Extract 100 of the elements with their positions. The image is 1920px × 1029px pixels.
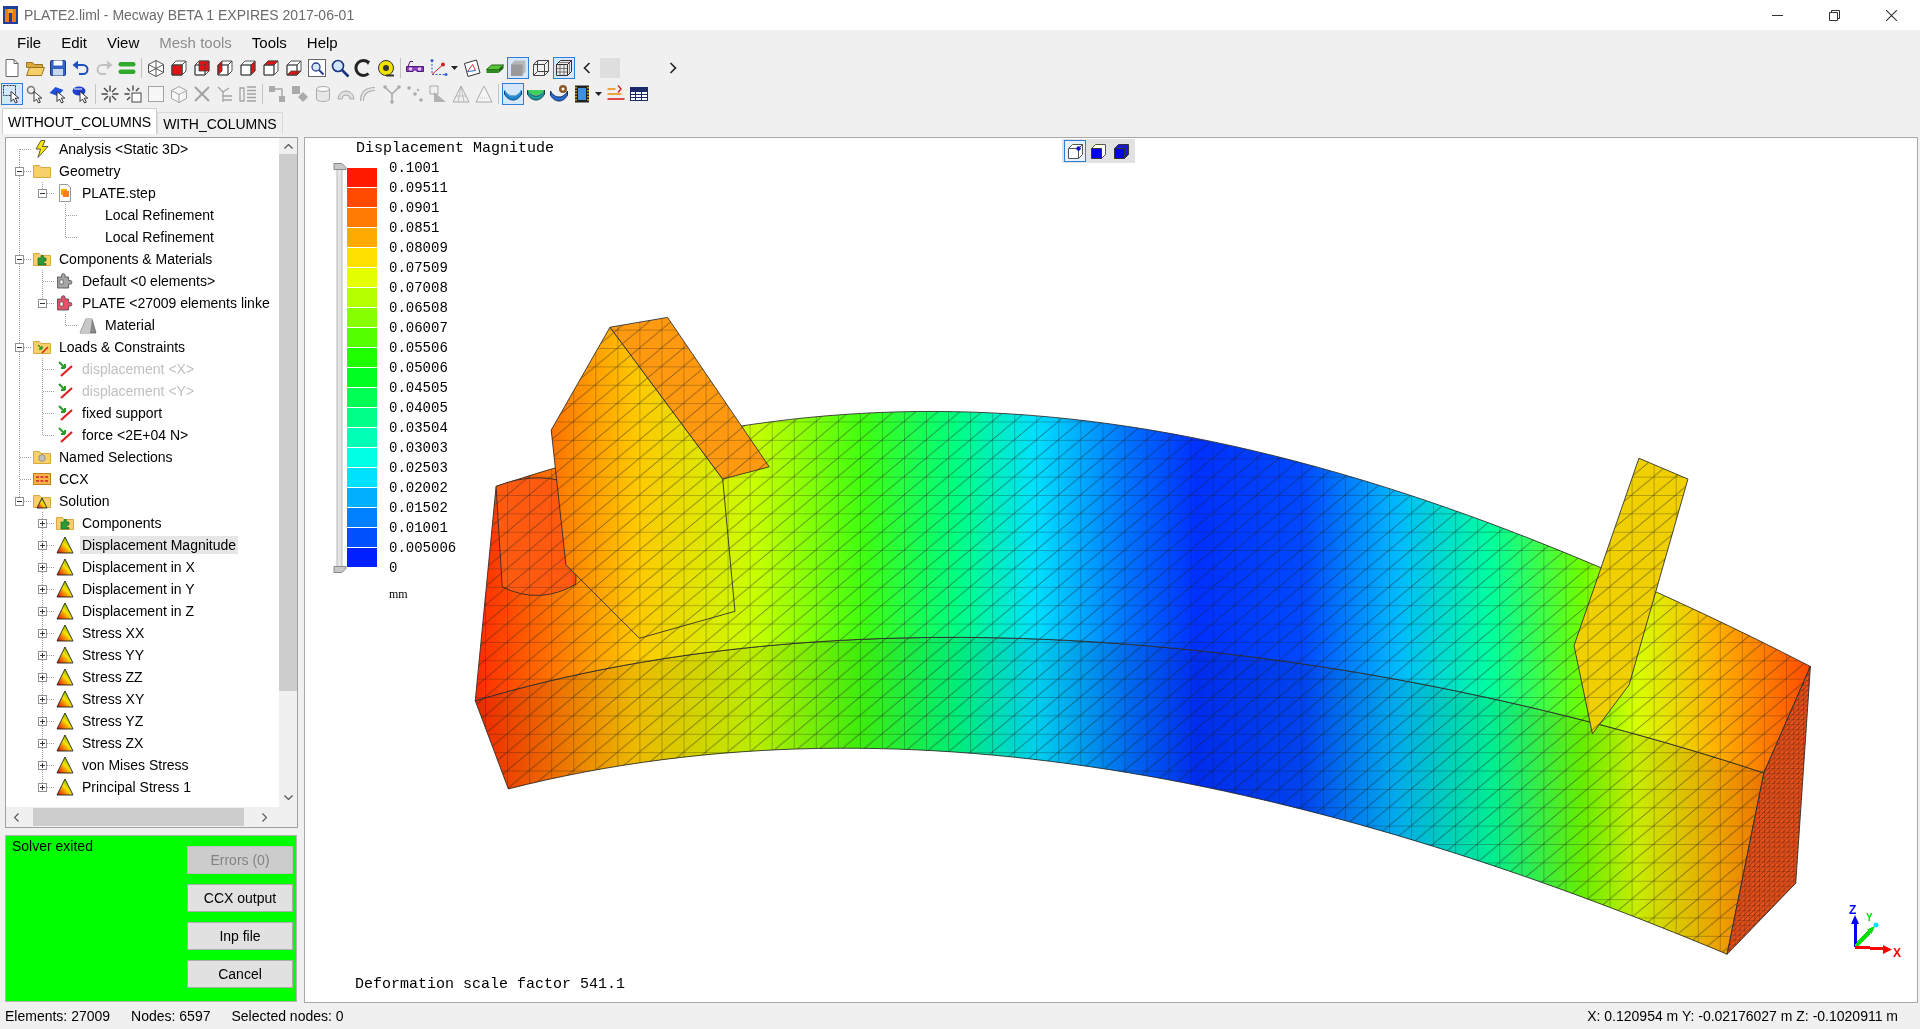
tree-item[interactable]: Stress XY [80,690,147,708]
scroll-left-icon[interactable] [14,812,19,822]
tree-item[interactable]: PLATE <27009 elements linke [80,294,272,312]
burst-box-icon[interactable] [122,83,144,105]
tree-item[interactable]: Stress YZ [80,712,146,730]
tree-item[interactable]: Material [103,316,157,334]
tree-item[interactable]: von Mises Stress [80,756,191,774]
cube-view-icon[interactable] [260,57,282,79]
collapse-icon[interactable] [15,496,24,506]
collapse-icon[interactable] [15,254,24,264]
expand-icon[interactable] [38,606,47,616]
label-icon [33,470,51,488]
triangle-icon [56,580,74,598]
expand-icon[interactable] [38,672,47,682]
box-select-icon[interactable] [1,83,23,105]
tree-item[interactable]: CCX [57,470,91,488]
tree-item[interactable]: Local Refinement [103,228,216,246]
expand-icon[interactable] [38,518,47,528]
tree-item[interactable]: fixed support [80,404,165,422]
expand-icon[interactable] [38,694,47,704]
expand-icon[interactable] [38,562,47,572]
tree-item[interactable]: Default <0 elements> [80,272,218,290]
collapse-icon[interactable] [15,342,24,352]
menu-item[interactable]: Tools [241,32,297,52]
expand-icon[interactable] [38,760,47,770]
scrollbar-thumb[interactable] [279,154,297,691]
file-icon [56,184,74,202]
sketch-icon[interactable] [461,57,483,79]
tree-item[interactable]: Stress XX [80,624,147,642]
expand-icon[interactable] [38,628,47,638]
tree-item[interactable]: Stress ZX [80,734,146,752]
scroll-down-icon[interactable] [283,795,293,800]
deformed-band-icon[interactable] [502,83,524,105]
tab[interactable]: WITHOUT_COLUMNS [2,108,158,134]
tree-item[interactable]: Geometry [57,162,123,180]
scroll-right-icon[interactable] [262,812,267,822]
cube-view-icon[interactable] [168,57,190,79]
close-icon[interactable] [1886,9,1897,21]
expand-icon[interactable] [38,716,47,726]
tree-item[interactable]: Named Selections [57,448,175,466]
tree-item[interactable]: Components & Materials [57,250,215,268]
save-icon[interactable] [47,57,69,79]
output-button[interactable]: CCX output [187,884,293,912]
restore-icon[interactable] [1829,9,1840,21]
tree-item[interactable]: Solution [57,492,112,510]
expand-icon[interactable] [38,738,47,748]
minimize-icon[interactable] [1772,14,1783,16]
tree-item[interactable]: Displacement in Y [80,580,197,598]
tree-item[interactable]: PLATE.step [80,184,158,202]
legend-value: 0.07509 [389,259,449,278]
search-icon[interactable] [329,57,351,79]
tree-item[interactable]: Components [80,514,164,532]
mesh-cube-icon[interactable] [553,57,575,79]
input-file-button[interactable]: Inp file [187,922,293,950]
menu-item[interactable]: View [97,32,150,52]
tape-measure-icon[interactable] [375,57,397,79]
expand-icon[interactable] [38,782,47,792]
expand-icon[interactable] [38,650,47,660]
tab[interactable]: WITH_COLUMNS [157,112,283,134]
tree-item[interactable]: force <2E+04 N> [80,426,191,444]
legend-value: 0.03003 [389,439,449,458]
lightning-icon [33,140,51,158]
menu-item[interactable]: Edit [51,32,98,52]
zoom-box-icon[interactable] [306,57,328,79]
tree-item[interactable]: Stress YY [80,646,146,664]
burst-icon[interactable] [99,83,121,105]
cancel-button[interactable]: Cancel [187,960,293,988]
tree-item[interactable]: Displacement Magnitude [80,536,239,554]
menu-item[interactable]: File [7,32,52,52]
axes-icon[interactable] [427,57,449,79]
scrollbar-thumb[interactable] [33,808,244,826]
cube-view-icon[interactable] [214,57,236,79]
menu-item[interactable]: Help [296,32,348,52]
collapse-icon[interactable] [38,188,47,198]
wireframe-cube-icon[interactable] [145,57,167,79]
scale-factor-label: Deformation scale factor 541.1 [355,976,626,994]
wireframe-box-icon[interactable] [530,57,552,79]
collapse-icon[interactable] [38,298,47,308]
cube-view-icon[interactable] [191,57,213,79]
slider-handle[interactable] [333,163,347,170]
tree-item[interactable]: Displacement in X [80,558,197,576]
band-eye-icon[interactable] [548,83,570,105]
tree-item[interactable]: Displacement in Z [80,602,197,620]
window-title: PLATE2.liml - Mecway BETA 1 EXPIRES 2017-06-01 [24,7,355,23]
cube-view-icon[interactable] [283,57,305,79]
tree-item[interactable]: Stress ZZ [80,668,145,686]
collapse-icon[interactable] [15,166,24,176]
unit-label: mm [389,586,409,602]
tree-item[interactable]: Loads & Constraints [57,338,188,356]
expand-icon[interactable] [38,540,47,550]
caret-icon[interactable] [595,92,602,96]
tree-item[interactable]: Analysis <Static 3D> [57,140,191,158]
tree-item[interactable]: Local Refinement [103,206,216,224]
cube-vertex-icon[interactable] [1064,140,1086,162]
scroll-up-icon[interactable] [283,144,293,149]
cube-view-icon[interactable] [237,57,259,79]
tree-item[interactable]: Principal Stress 1 [80,778,193,796]
expand-icon[interactable] [38,584,47,594]
caret-icon[interactable] [451,66,458,70]
slider-handle[interactable] [333,566,347,573]
